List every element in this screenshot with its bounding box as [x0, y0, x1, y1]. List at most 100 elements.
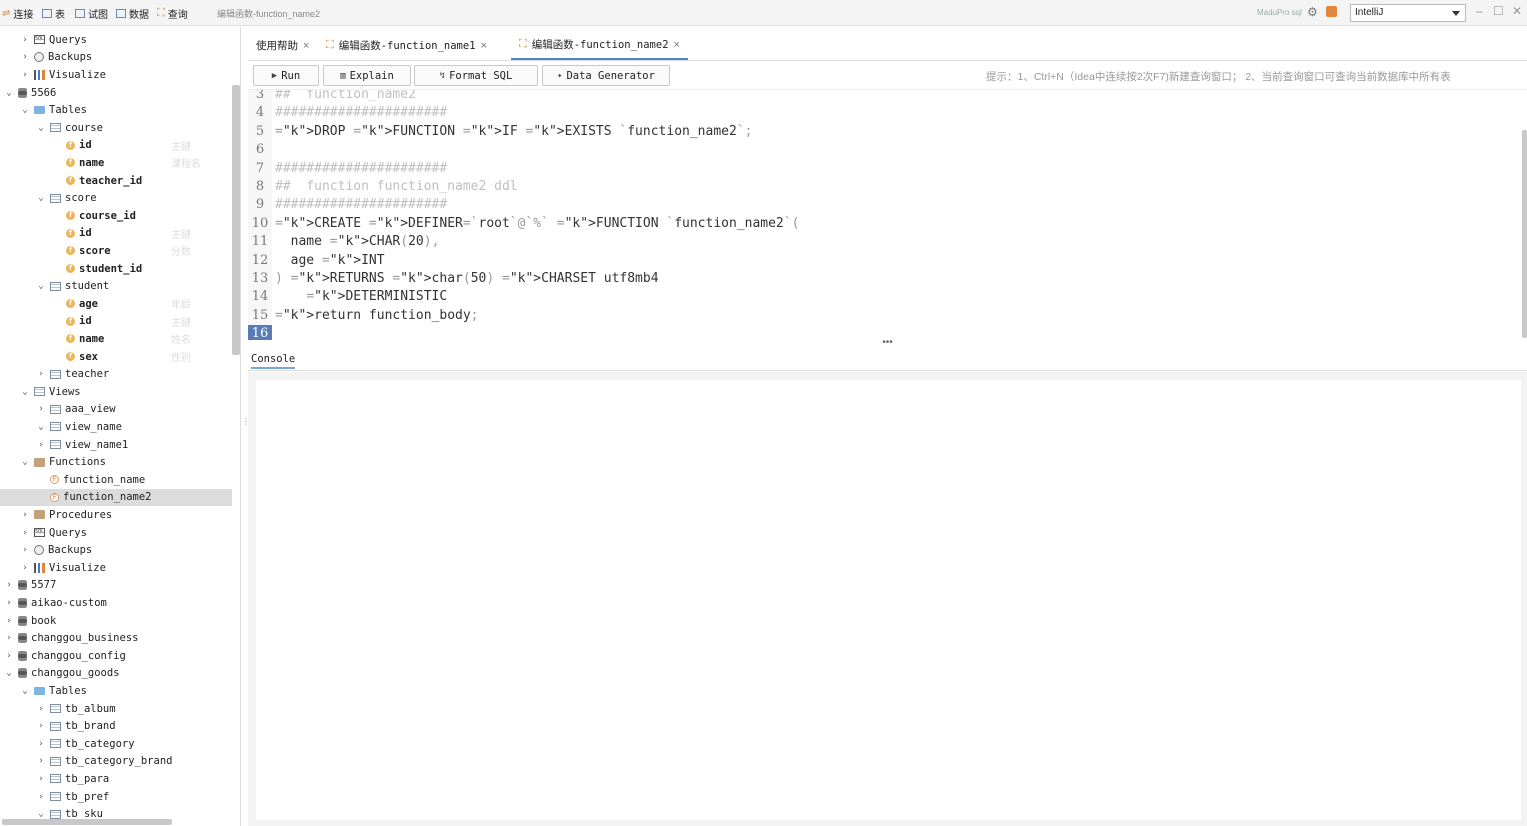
tree-item[interactable]: › SQL Querys	[0, 31, 232, 49]
tree-item[interactable]: f student_id	[0, 260, 232, 278]
data-generator-button[interactable]: ✦ Data Generator	[542, 65, 670, 86]
tree-item[interactable]: › tb_album	[0, 700, 232, 718]
tree-item[interactable]: › tb_brand	[0, 717, 232, 735]
tree-item[interactable]: › changgou_business	[0, 629, 232, 647]
tree-item[interactable]: › tb_pref	[0, 788, 232, 806]
tree-item[interactable]: › Backups	[0, 541, 232, 559]
tree-item[interactable]: f course_id	[0, 207, 232, 225]
chevron-right-icon[interactable]: ›	[4, 580, 14, 590]
chevron-down-icon[interactable]: ⌄	[36, 809, 46, 819]
tab-function-name1[interactable]: ⛶ 编辑函数-function_name1 ×	[318, 31, 495, 60]
tree-item[interactable]: ⌄ Functions	[0, 453, 232, 471]
tab-function-name2[interactable]: ⛶ 编辑函数-function_name2 ×	[511, 31, 688, 60]
maximize-button[interactable]: ☐	[1493, 4, 1504, 18]
chevron-right-icon[interactable]: ›	[20, 70, 30, 80]
chevron-down-icon[interactable]: ⌄	[20, 457, 30, 467]
tree-item[interactable]: f id 主键	[0, 313, 232, 331]
chevron-right-icon[interactable]: ›	[36, 721, 46, 731]
chevron-right-icon[interactable]: ›	[36, 774, 46, 784]
tree-item[interactable]: › view_name1	[0, 436, 232, 454]
tree-item[interactable]: › changgou_config	[0, 647, 232, 665]
tree-item[interactable]: › tb_para	[0, 770, 232, 788]
toolbar-data-button[interactable]: 数据	[116, 6, 149, 21]
format-sql-button[interactable]: ↯ Format SQL	[414, 65, 538, 86]
chevron-down-icon[interactable]: ⌄	[36, 422, 46, 432]
tree-item[interactable]: › Procedures	[0, 506, 232, 524]
tree-item[interactable]: ⌄ Tables	[0, 682, 232, 700]
tree-item[interactable]: f sex 性别	[0, 348, 232, 366]
tree-item[interactable]: › Backups	[0, 49, 232, 67]
tree-item[interactable]: f name 姓名	[0, 330, 232, 348]
close-window-button[interactable]: ✕	[1512, 4, 1522, 18]
tree-item[interactable]: ⌄ course	[0, 119, 232, 137]
tree-item[interactable]: ⌄ Views	[0, 383, 232, 401]
tree-item[interactable]: Ffunction_name	[0, 471, 232, 489]
chevron-right-icon[interactable]: ›	[4, 633, 14, 643]
chevron-down-icon[interactable]: ⌄	[36, 193, 46, 203]
chevron-right-icon[interactable]: ›	[36, 739, 46, 749]
chevron-down-icon[interactable]: ⌄	[36, 281, 46, 291]
tree-item[interactable]: › book	[0, 612, 232, 630]
toolbar-query-button[interactable]: ⛶ 查询	[157, 6, 188, 21]
chevron-down-icon[interactable]: ⌄	[20, 387, 30, 397]
tree-item[interactable]: ⌄ score	[0, 189, 232, 207]
sql-editor[interactable]: 3 4 5 6 7 8 9 10 11 12 13 14 15 16 ## function_name2 #…	[248, 89, 1527, 340]
tree-item[interactable]: ⌄ student	[0, 277, 232, 295]
close-icon[interactable]: ×	[481, 40, 487, 52]
chevron-down-icon[interactable]: ⌄	[20, 105, 30, 115]
explain-button[interactable]: ▥ Explain	[323, 65, 411, 86]
plugin-icon[interactable]	[1326, 6, 1337, 17]
gear-icon[interactable]: ⚙	[1307, 5, 1318, 19]
tree-item[interactable]: f id 主键	[0, 137, 232, 155]
toolbar-table-button[interactable]: 表	[42, 6, 65, 21]
tree-item[interactable]: ⌄ changgou_goods	[0, 665, 232, 683]
editor-scrollbar[interactable]	[1522, 130, 1527, 338]
tab-console[interactable]: Console	[251, 353, 296, 369]
tree-item[interactable]: › 5577	[0, 577, 232, 595]
tree-item[interactable]: › aikao-custom	[0, 594, 232, 612]
toolbar-connect-button[interactable]: ⇌ 连接	[2, 6, 33, 21]
chevron-right-icon[interactable]: ›	[36, 792, 46, 802]
minimize-button[interactable]: –	[1476, 4, 1483, 18]
chevron-down-icon[interactable]: ⌄	[4, 88, 14, 98]
sidebar-scrollbar[interactable]	[232, 85, 240, 355]
chevron-right-icon[interactable]: ›	[4, 651, 14, 661]
chevron-right-icon[interactable]: ›	[36, 404, 46, 414]
chevron-right-icon[interactable]: ›	[4, 616, 14, 626]
run-button[interactable]: ▶ Run	[253, 65, 319, 86]
chevron-right-icon[interactable]: ›	[20, 563, 30, 573]
tree-item[interactable]: › SQL Querys	[0, 524, 232, 542]
chevron-right-icon[interactable]: ›	[4, 598, 14, 608]
tree-item[interactable]: ⌄ 5566	[0, 84, 232, 102]
chevron-right-icon[interactable]: ›	[20, 545, 30, 555]
tree-item[interactable]: › Visualize	[0, 559, 232, 577]
chevron-down-icon[interactable]: ⌄	[4, 668, 14, 678]
chevron-right-icon[interactable]: ›	[20, 510, 30, 520]
chevron-right-icon[interactable]: ›	[20, 528, 30, 538]
sidebar-horizontal-scrollbar[interactable]	[2, 819, 172, 825]
tree-item[interactable]: ⌄ view_name	[0, 418, 232, 436]
chevron-right-icon[interactable]: ›	[20, 35, 30, 45]
tree-item[interactable]: ⌄ Tables	[0, 101, 232, 119]
console-output[interactable]	[256, 380, 1521, 820]
tree-item[interactable]: f id 主键	[0, 225, 232, 243]
theme-select[interactable]: IntelliJ	[1350, 4, 1466, 22]
tree-item[interactable]: › teacher	[0, 365, 232, 383]
editor-console-splitter[interactable]: •••	[248, 338, 1527, 348]
tree-item[interactable]: › tb_category	[0, 735, 232, 753]
chevron-down-icon[interactable]: ⌄	[36, 123, 46, 133]
tab-help[interactable]: 使用帮助 ×	[248, 31, 317, 60]
chevron-right-icon[interactable]: ›	[36, 704, 46, 714]
tree-item[interactable]: › tb_category_brand	[0, 753, 232, 771]
tree-item[interactable]: Ffunction_name2	[0, 488, 232, 507]
chevron-down-icon[interactable]: ⌄	[20, 686, 30, 696]
tree-item[interactable]: f name 课程名	[0, 154, 232, 172]
tree-item[interactable]: › Visualize	[0, 66, 232, 84]
chevron-right-icon[interactable]: ›	[36, 440, 46, 450]
chevron-right-icon[interactable]: ›	[36, 369, 46, 379]
sidebar-splitter[interactable]: ⋮	[242, 418, 250, 432]
tree-item[interactable]: f teacher_id	[0, 172, 232, 190]
tree-item[interactable]: › aaa_view	[0, 401, 232, 419]
tree-item[interactable]: f score 分数	[0, 242, 232, 260]
tree-item[interactable]: f age 年龄	[0, 295, 232, 313]
